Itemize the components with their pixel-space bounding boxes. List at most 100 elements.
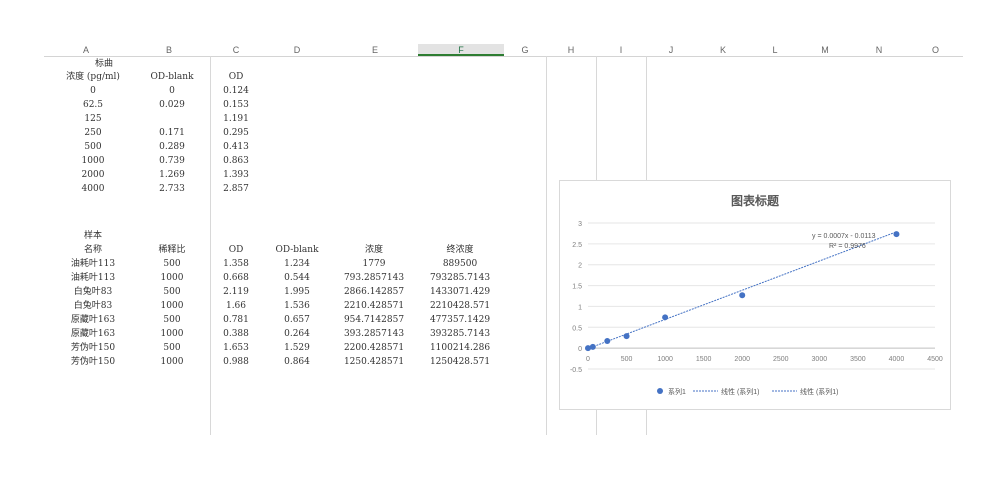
std-cell[interactable]: 2.733 — [132, 182, 212, 196]
sample-cell[interactable]: 0.544 — [257, 271, 337, 285]
sample-cell[interactable]: 0.264 — [257, 327, 337, 341]
sample-cell[interactable]: 1000 — [132, 327, 212, 341]
std-cell[interactable]: 0.171 — [132, 126, 212, 140]
sample-header-cell[interactable]: 终浓度 — [415, 243, 505, 257]
std-header-cell[interactable]: 浓度 (pg/ml) — [48, 70, 138, 84]
std-cell[interactable]: 0.029 — [132, 98, 212, 112]
column-header-a[interactable]: A — [44, 44, 128, 56]
x-tick-label: 500 — [621, 356, 633, 363]
std-cell[interactable]: 0.153 — [206, 98, 266, 112]
x-tick-label: 2000 — [734, 356, 750, 363]
sample-header-cell[interactable]: 稀释比 — [132, 243, 212, 257]
sample-cell[interactable]: 500 — [132, 285, 212, 299]
std-cell[interactable]: 0.413 — [206, 140, 266, 154]
sample-cell[interactable]: 1000 — [132, 355, 212, 369]
sample-cell[interactable]: 原藏叶163 — [48, 313, 138, 327]
sample-cell[interactable]: 1250428.571 — [415, 355, 505, 369]
std-cell[interactable]: 2000 — [48, 168, 138, 182]
std-cell[interactable]: 0 — [132, 84, 212, 98]
sample-cell[interactable]: 1.529 — [257, 341, 337, 355]
sample-cell[interactable]: 1433071.429 — [415, 285, 505, 299]
x-tick-label: 4000 — [889, 356, 905, 363]
y-tick-label: 1.5 — [572, 284, 582, 291]
sample-cell[interactable]: 2210.428571 — [329, 299, 419, 313]
sample-cell[interactable]: 500 — [132, 341, 212, 355]
sample-cell[interactable]: 1.536 — [257, 299, 337, 313]
scatter-chart[interactable]: 图表标题 -0.5 0 0.5 1 1.5 2 2.5 3 0 500 1000 1500 2000 250… — [559, 180, 951, 410]
sample-cell[interactable]: 393285.7143 — [415, 327, 505, 341]
sample-cell[interactable]: 954.7142857 — [329, 313, 419, 327]
sample-cell[interactable]: 白兔叶83 — [48, 285, 138, 299]
column-header-i[interactable]: I — [596, 44, 646, 56]
std-cell[interactable]: 1.393 — [206, 168, 266, 182]
column-header-c[interactable]: C — [210, 44, 262, 56]
sample-cell[interactable]: 793285.7143 — [415, 271, 505, 285]
std-cell[interactable]: 0.289 — [132, 140, 212, 154]
x-tick-label: 1500 — [696, 356, 712, 363]
column-header-m[interactable]: M — [800, 44, 850, 56]
std-cell[interactable]: 1000 — [48, 154, 138, 168]
chart-title: 图表标题 — [731, 193, 780, 208]
column-header-f[interactable]: F — [418, 44, 504, 56]
sample-cell[interactable]: 油耗叶113 — [48, 271, 138, 285]
std-cell[interactable]: 0.863 — [206, 154, 266, 168]
sample-cell[interactable]: 1779 — [329, 257, 419, 271]
std-cell[interactable]: 0 — [48, 84, 138, 98]
std-cell[interactable]: 250 — [48, 126, 138, 140]
sample-cell[interactable]: 500 — [132, 257, 212, 271]
std-cell[interactable]: 62.5 — [48, 98, 138, 112]
legend-marker — [657, 388, 663, 394]
std-cell[interactable]: 500 — [48, 140, 138, 154]
sample-cell[interactable]: 1000 — [132, 299, 212, 313]
sample-cell[interactable]: 1250.428571 — [329, 355, 419, 369]
std-header-cell[interactable]: OD — [206, 70, 266, 84]
std-header-cell[interactable]: OD-blank — [132, 70, 212, 84]
column-header-n[interactable]: N — [850, 44, 908, 56]
sample-title[interactable]: 样本 — [48, 229, 138, 243]
std-cell[interactable]: 0.739 — [132, 154, 212, 168]
sample-header-cell[interactable]: OD-blank — [257, 243, 337, 257]
sample-cell[interactable]: 1.234 — [257, 257, 337, 271]
sample-cell[interactable]: 393.2857143 — [329, 327, 419, 341]
std-cell[interactable]: 1.191 — [206, 112, 266, 126]
std-cell[interactable]: 1.269 — [132, 168, 212, 182]
std-cell[interactable]: 0.295 — [206, 126, 266, 140]
sample-cell[interactable]: 0.864 — [257, 355, 337, 369]
column-header-k[interactable]: K — [696, 44, 750, 56]
sample-cell[interactable]: 2210428.571 — [415, 299, 505, 313]
sample-cell[interactable]: 0.657 — [257, 313, 337, 327]
std-cell[interactable]: 0.124 — [206, 84, 266, 98]
column-header-j[interactable]: J — [646, 44, 696, 56]
std-title[interactable]: 标曲 — [64, 57, 144, 71]
column-header-d[interactable]: D — [262, 44, 332, 56]
sample-cell[interactable]: 1.995 — [257, 285, 337, 299]
column-header-b[interactable]: B — [128, 44, 210, 56]
sample-cell[interactable]: 白兔叶83 — [48, 299, 138, 313]
x-tick-label: 1000 — [657, 356, 673, 363]
sample-header-cell[interactable]: 浓度 — [329, 243, 419, 257]
sample-header-cell[interactable]: 名称 — [48, 243, 138, 257]
sample-cell[interactable]: 1100214.286 — [415, 341, 505, 355]
sample-cell[interactable]: 原藏叶163 — [48, 327, 138, 341]
sample-cell[interactable]: 500 — [132, 313, 212, 327]
sample-cell[interactable]: 2200.428571 — [329, 341, 419, 355]
column-header-l[interactable]: L — [750, 44, 800, 56]
std-cell[interactable]: 125 — [48, 112, 138, 126]
sample-cell[interactable]: 2866.142857 — [329, 285, 419, 299]
column-header-g[interactable]: G — [504, 44, 546, 56]
std-cell[interactable]: 4000 — [48, 182, 138, 196]
column-header-o[interactable]: O — [908, 44, 963, 56]
std-cell[interactable]: 2.857 — [206, 182, 266, 196]
sample-cell[interactable]: 1000 — [132, 271, 212, 285]
sample-cell[interactable]: 芳伪叶150 — [48, 341, 138, 355]
column-header-e[interactable]: E — [332, 44, 418, 56]
sample-cell[interactable]: 芳伪叶150 — [48, 355, 138, 369]
x-tick-label: 0 — [586, 356, 590, 363]
sample-cell[interactable]: 793.2857143 — [329, 271, 419, 285]
sample-cell[interactable]: 477357.1429 — [415, 313, 505, 327]
legend-label: 线性 (系列1) — [721, 387, 760, 396]
column-header-h[interactable]: H — [546, 44, 596, 56]
sample-cell[interactable]: 油耗叶113 — [48, 257, 138, 271]
column-gridline — [546, 56, 547, 435]
sample-cell[interactable]: 889500 — [415, 257, 505, 271]
